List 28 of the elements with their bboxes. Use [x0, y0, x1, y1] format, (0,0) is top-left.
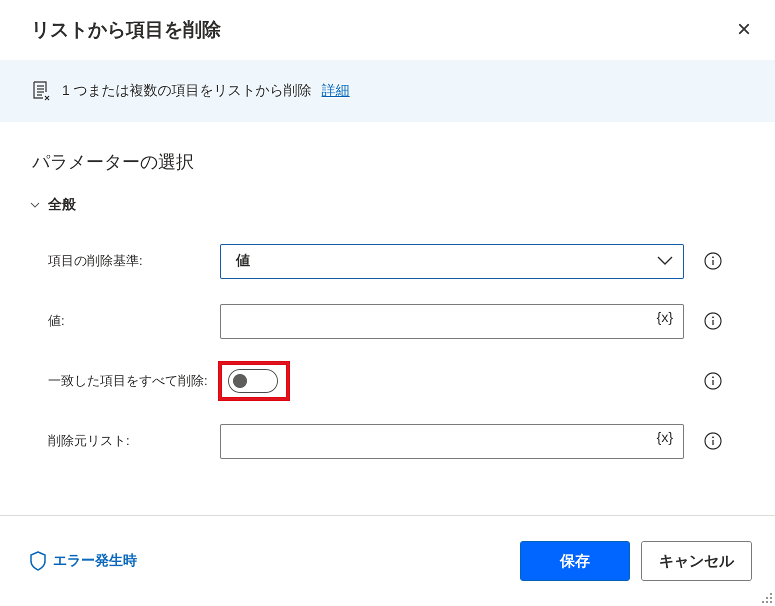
on-error-link[interactable]: エラー発生時 — [29, 551, 137, 571]
info-icon[interactable] — [704, 252, 722, 270]
variable-button[interactable]: {x} — [656, 429, 673, 453]
chevron-down-icon — [657, 256, 673, 266]
field-label: 項目の削除基準: — [48, 252, 144, 270]
group-header[interactable]: 全般 — [30, 196, 76, 214]
details-link[interactable]: 詳細 — [322, 82, 350, 100]
info-icon[interactable] — [704, 312, 722, 330]
input-field[interactable]: {x} — [220, 424, 684, 458]
field-label: 削除元リスト: — [48, 432, 131, 450]
description-text: 1 つまたは複数の項目をリストから削除 — [62, 82, 312, 100]
info-icon[interactable] — [704, 372, 722, 390]
criteria-dropdown[interactable]: 値 — [220, 244, 684, 278]
cancel-button[interactable]: キャンセル — [641, 541, 752, 581]
field-label: 値: — [48, 312, 66, 330]
variable-button[interactable]: {x} — [656, 309, 673, 333]
save-button[interactable]: 保存 — [520, 541, 630, 581]
section-title: パラメーターの選択 — [32, 151, 195, 174]
input-field[interactable]: {x} — [220, 304, 684, 338]
toggle-switch[interactable] — [228, 369, 278, 393]
info-icon[interactable] — [704, 432, 722, 450]
resize-grip-icon[interactable] — [761, 592, 773, 604]
close-button[interactable]: × — [732, 18, 755, 42]
field-label: 一致した項目をすべて削除: — [48, 372, 209, 390]
shield-icon — [29, 551, 47, 571]
list-remove-icon — [32, 80, 52, 102]
chevron-icon — [30, 200, 40, 210]
dialog-title: リストから項目を削除 — [31, 19, 221, 43]
